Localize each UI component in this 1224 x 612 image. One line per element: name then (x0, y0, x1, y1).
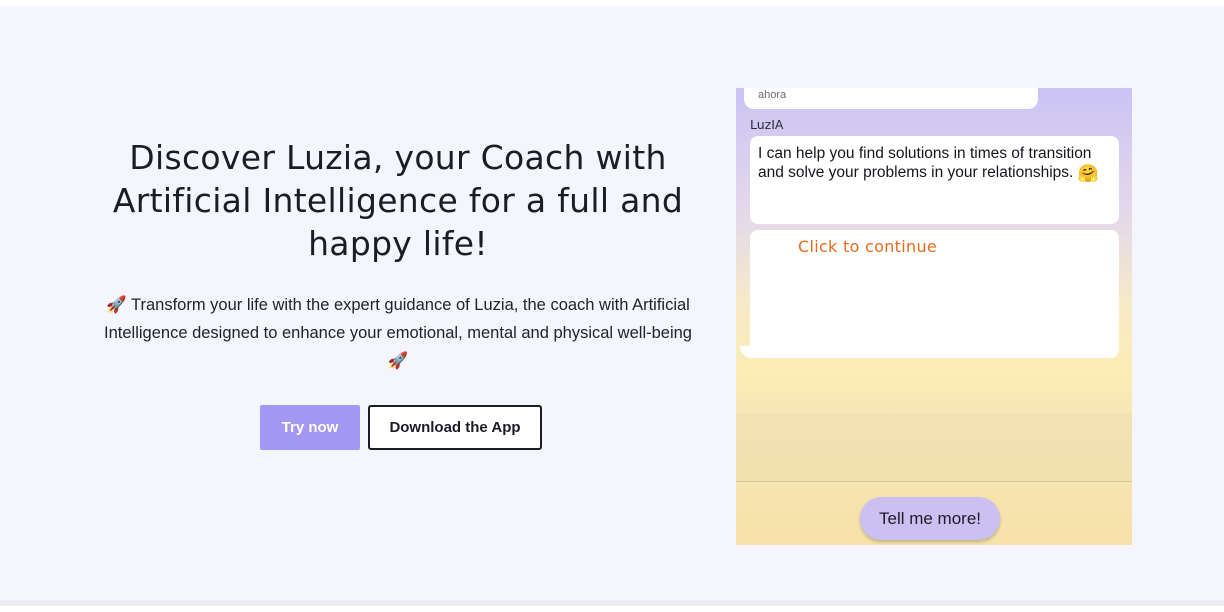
chat-preview-panel: ahora LuzIA I can help you find solution… (736, 88, 1132, 545)
chat-lower-zone (736, 414, 1132, 481)
hero-subtitle: 🚀 Transform your life with the expert gu… (104, 296, 692, 370)
try-now-button[interactable]: Try now (260, 405, 360, 450)
download-app-button[interactable]: Download the App (368, 405, 542, 450)
sender-name: LuzIA (750, 117, 784, 132)
assistant-message-bubble: I can help you find solutions in times o… (750, 136, 1119, 224)
footer-strip (0, 600, 1224, 606)
previous-message-bubble: ahora (744, 88, 1038, 109)
tell-me-more-button[interactable]: Tell me more! (860, 497, 1000, 540)
continue-bubble[interactable]: Click to continue (740, 230, 1119, 358)
landing-page: Discover Luzia, your Coach with Artifici… (0, 6, 1224, 606)
hero-title: Discover Luzia, your Coach with Artifici… (112, 138, 684, 263)
hugging-face-icon: 🤗 (1077, 164, 1099, 183)
message-timestamp: ahora (758, 89, 787, 101)
cta-row: Try now Download the App (88, 405, 708, 450)
assistant-message-text: I can help you find solutions in times o… (758, 145, 1092, 181)
click-to-continue-label[interactable]: Click to continue (798, 237, 937, 256)
chat-divider (736, 481, 1132, 482)
hero-section: Discover Luzia, your Coach with Artifici… (88, 136, 708, 450)
